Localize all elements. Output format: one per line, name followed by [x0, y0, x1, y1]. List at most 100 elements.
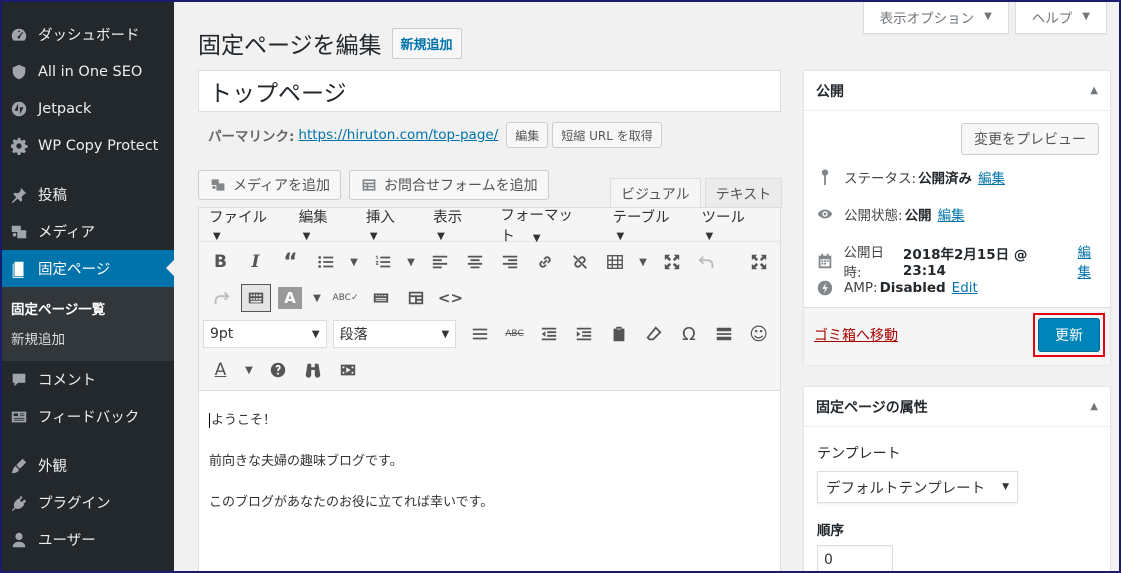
- edit-visibility-link[interactable]: 編集: [938, 204, 965, 224]
- bullet-list-icon[interactable]: [308, 246, 343, 278]
- background-color-icon[interactable]: A: [203, 354, 238, 386]
- unlink-icon[interactable]: [562, 246, 597, 278]
- toolbar-row-3: 9pt ▼ 段落 ▼ ABC Ω ☺: [203, 316, 776, 352]
- sidebar-item-comments[interactable]: コメント: [0, 361, 174, 398]
- collapse-arrow-icon[interactable]: ▲: [1090, 85, 1098, 96]
- add-media-button[interactable]: メディアを追加: [198, 170, 342, 200]
- page-icon: [8, 259, 30, 279]
- jetpack-icon: [8, 99, 30, 119]
- align-right-icon[interactable]: [492, 246, 527, 278]
- edit-date-link[interactable]: 編集: [1078, 241, 1104, 281]
- sidebar-item-media[interactable]: メディア: [0, 213, 174, 250]
- menu-view[interactable]: 表示 ▼: [433, 206, 486, 243]
- numbered-list-icon[interactable]: [365, 246, 400, 278]
- sidebar-item-wp-copy-protect[interactable]: WP Copy Protect: [0, 127, 174, 164]
- sidebar-item-jetpack[interactable]: Jetpack: [0, 90, 174, 127]
- add-contact-form-label: お問合せフォームを追加: [384, 178, 538, 194]
- submenu-item-add-new[interactable]: 新規追加: [0, 323, 174, 353]
- format-value: 段落: [339, 327, 368, 343]
- preview-changes-button[interactable]: 変更をプレビュー: [961, 123, 1099, 155]
- align-center-icon[interactable]: [457, 246, 492, 278]
- sidebar-item-posts[interactable]: 投稿: [0, 176, 174, 213]
- tab-text[interactable]: テキスト: [704, 178, 783, 208]
- edit-status-link[interactable]: 編集: [978, 167, 1005, 187]
- sidebar-item-pages[interactable]: 固定ページ: [0, 250, 174, 287]
- emoticon-icon[interactable]: ☺: [741, 318, 776, 350]
- content-paragraph: 前向きな夫婦の趣味ブログです。: [209, 454, 403, 469]
- spellcheck-icon[interactable]: ABC✓: [328, 282, 363, 314]
- menu-file[interactable]: ファイル ▼: [209, 206, 285, 243]
- help-icon[interactable]: [260, 354, 295, 386]
- menu-edit[interactable]: 編集 ▼: [299, 206, 352, 243]
- add-new-page-button[interactable]: 新規追加: [391, 27, 462, 59]
- sidebar-item-feedback[interactable]: フィードバック: [0, 398, 174, 435]
- menu-format[interactable]: フォーマット ▼: [500, 204, 598, 246]
- code-icon[interactable]: <>: [433, 282, 468, 314]
- paste-icon[interactable]: [602, 318, 637, 350]
- strikethrough-icon[interactable]: ABC: [497, 318, 532, 350]
- horizontal-rule-icon[interactable]: [462, 318, 497, 350]
- update-button[interactable]: 更新: [1038, 318, 1100, 352]
- edit-amp-link[interactable]: Edit: [952, 280, 978, 296]
- editor-content-area[interactable]: ようこそ！ 前向きな夫婦の趣味ブログです。 このブログがあなたのお役に立てれば幸…: [199, 391, 780, 550]
- collapse-arrow-icon[interactable]: ▲: [1090, 401, 1098, 412]
- menu-tools[interactable]: ツール ▼: [702, 206, 766, 243]
- status-label: ステータス:: [844, 171, 917, 187]
- sidebar-item-appearance[interactable]: 外観: [0, 447, 174, 484]
- font-size-select[interactable]: 9pt ▼: [203, 320, 327, 348]
- media-icon: [209, 177, 227, 193]
- permalink-link[interactable]: https://hiruton.com/top-page/: [298, 127, 498, 143]
- order-input[interactable]: 0: [817, 545, 893, 573]
- post-title-input[interactable]: トップページ: [198, 70, 781, 112]
- get-shortlink-button[interactable]: 短縮 URL を取得: [552, 122, 662, 148]
- chevron-down-icon[interactable]: ▼: [343, 246, 365, 278]
- tab-visual[interactable]: ビジュアル: [610, 178, 701, 208]
- italic-icon[interactable]: I: [238, 246, 273, 278]
- chevron-down-icon: ▼: [311, 328, 320, 340]
- chevron-down-icon[interactable]: ▼: [400, 246, 422, 278]
- fullscreen-distraction-free-icon[interactable]: [741, 246, 776, 278]
- sidebar-item-users[interactable]: ユーザー: [0, 521, 174, 558]
- link-icon[interactable]: [527, 246, 562, 278]
- help-button[interactable]: ヘルプ ▼: [1014, 0, 1107, 34]
- undo-icon[interactable]: [689, 246, 724, 278]
- submenu-item-all-pages[interactable]: 固定ページ一覧: [0, 293, 174, 323]
- indent-icon[interactable]: [567, 318, 602, 350]
- text-color-icon[interactable]: A: [278, 287, 302, 309]
- outdent-icon[interactable]: [532, 318, 567, 350]
- menu-insert[interactable]: 挿入 ▼: [366, 206, 419, 243]
- chevron-down-icon[interactable]: ▼: [238, 354, 260, 386]
- bold-icon[interactable]: B: [203, 246, 238, 278]
- video-icon[interactable]: [330, 354, 365, 386]
- chevron-down-icon[interactable]: ▼: [632, 246, 654, 278]
- chevron-down-icon: ▼: [1002, 482, 1009, 492]
- screen-options-button[interactable]: 表示オプション ▼: [862, 0, 1009, 34]
- omega-icon[interactable]: Ω: [671, 318, 706, 350]
- format-select[interactable]: 段落 ▼: [332, 320, 457, 348]
- status-value: 公開済み: [918, 171, 973, 187]
- redo-icon[interactable]: [203, 282, 238, 314]
- fullscreen-icon[interactable]: [654, 246, 689, 278]
- sidebar-item-plugins[interactable]: プラグイン: [0, 484, 174, 521]
- toolbar-toggle-icon[interactable]: [241, 284, 271, 312]
- blockquote-icon[interactable]: “: [273, 246, 308, 278]
- edit-permalink-button[interactable]: 編集: [506, 122, 549, 148]
- template-select[interactable]: デフォルトテンプレート ▼: [817, 471, 1018, 503]
- chevron-down-icon[interactable]: ▼: [306, 282, 328, 314]
- publish-box-header[interactable]: 公開 ▲: [804, 71, 1110, 111]
- binoculars-icon[interactable]: [295, 354, 330, 386]
- sidebar-item-dashboard[interactable]: ダッシュボード: [0, 16, 174, 53]
- table-icon[interactable]: [597, 246, 632, 278]
- add-contact-form-button[interactable]: お問合せフォームを追加: [349, 170, 549, 200]
- caret-down-icon: ▼: [369, 231, 378, 242]
- sidebar-item-all-in-one-seo[interactable]: All in One SEO: [0, 53, 174, 90]
- insert-form-icon[interactable]: [398, 282, 433, 314]
- menu-table[interactable]: テーブル ▼: [613, 206, 688, 243]
- main-content: 表示オプション ▼ ヘルプ ▼ 固定ページを編集 新規追加 トップページ パーマ…: [174, 0, 1121, 573]
- page-break-icon[interactable]: [706, 318, 741, 350]
- paste-text-icon[interactable]: [363, 282, 398, 314]
- align-left-icon[interactable]: [422, 246, 457, 278]
- eraser-icon[interactable]: [637, 318, 672, 350]
- page-attributes-header[interactable]: 固定ページの属性 ▲: [804, 387, 1110, 427]
- move-to-trash-link[interactable]: ゴミ箱へ移動: [814, 325, 898, 345]
